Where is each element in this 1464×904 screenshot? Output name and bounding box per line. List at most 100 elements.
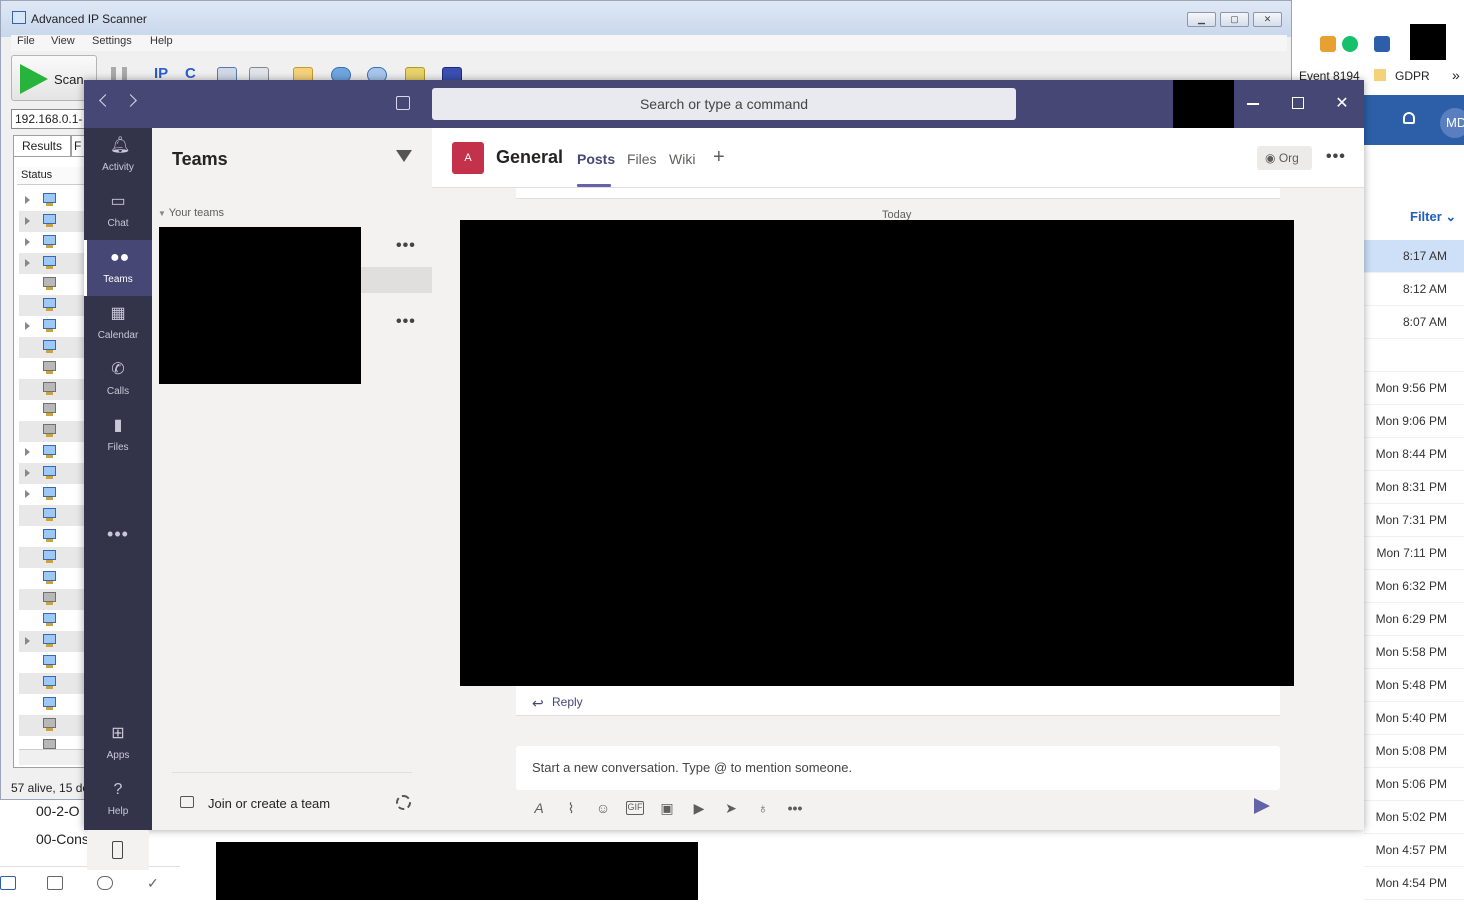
- expand-arrow-icon[interactable]: [25, 259, 30, 267]
- table-row[interactable]: [19, 694, 85, 715]
- tab-results[interactable]: Results: [13, 135, 72, 157]
- expand-arrow-icon[interactable]: [25, 217, 30, 225]
- mail-icon[interactable]: [0, 876, 16, 890]
- table-row[interactable]: [19, 274, 85, 295]
- add-tab-icon[interactable]: +: [713, 146, 725, 169]
- table-row[interactable]: [19, 190, 85, 211]
- table-row[interactable]: [19, 232, 85, 253]
- user-avatar[interactable]: MD: [1440, 108, 1464, 138]
- expand-arrow-icon[interactable]: [25, 196, 30, 204]
- mail-time[interactable]: Mon 6:29 PM: [1364, 603, 1464, 636]
- grammarly-icon[interactable]: [1342, 36, 1358, 52]
- expand-arrow-icon[interactable]: [25, 637, 30, 645]
- mail-time[interactable]: Mon 4:54 PM: [1364, 867, 1464, 900]
- rail-item-activity[interactable]: 🔔︎ Activity: [84, 128, 152, 184]
- mail-time[interactable]: Mon 7:11 PM: [1364, 537, 1464, 570]
- mail-time[interactable]: Mon 4:57 PM: [1364, 834, 1464, 867]
- reply-bar[interactable]: [516, 686, 1280, 716]
- more-apps-icon[interactable]: •••: [84, 524, 152, 545]
- gear-icon[interactable]: [396, 795, 411, 810]
- table-row[interactable]: [19, 631, 85, 652]
- mail-time[interactable]: 8:12 AM: [1364, 273, 1464, 306]
- table-row[interactable]: [19, 253, 85, 274]
- table-row[interactable]: [19, 526, 85, 547]
- menu-help[interactable]: Help: [150, 35, 173, 47]
- filter-icon[interactable]: [396, 150, 412, 162]
- shield-icon[interactable]: [1374, 36, 1390, 52]
- minimize-icon[interactable]: [1247, 103, 1259, 105]
- table-row[interactable]: [19, 421, 85, 442]
- tab-wiki[interactable]: Wiki: [669, 151, 695, 167]
- more-options-icon[interactable]: •••: [1326, 148, 1346, 166]
- table-row[interactable]: [19, 673, 85, 694]
- people-icon[interactable]: [97, 876, 113, 890]
- bookmark-gdpr[interactable]: GDPR: [1395, 69, 1430, 83]
- rail-item-calls[interactable]: ✆ Calls: [84, 352, 152, 408]
- attach-icon[interactable]: ⌇: [562, 799, 580, 817]
- team-more-options-icon[interactable]: •••: [396, 237, 416, 255]
- compose-input[interactable]: Start a new conversation. Type @ to ment…: [516, 746, 1280, 790]
- close-icon[interactable]: ✕: [1332, 94, 1352, 114]
- expand-arrow-icon[interactable]: [25, 448, 30, 456]
- table-row[interactable]: [19, 463, 85, 484]
- tasks-icon[interactable]: ✓: [147, 876, 163, 890]
- folder-item[interactable]: 00-2-O: [36, 803, 80, 819]
- table-row[interactable]: [19, 358, 85, 379]
- mail-time[interactable]: Mon 7:31 PM: [1364, 504, 1464, 537]
- emoji-icon[interactable]: ☺: [594, 799, 612, 817]
- close-button[interactable]: ✕: [1253, 12, 1282, 27]
- tab-files[interactable]: Files: [627, 151, 657, 167]
- mail-time[interactable]: 8:17 AM: [1364, 240, 1464, 273]
- meet-now-icon[interactable]: ▶: [690, 799, 708, 817]
- rail-item-teams[interactable]: ●● Teams: [84, 240, 152, 296]
- expand-arrow-icon[interactable]: [25, 322, 30, 330]
- mail-time[interactable]: Mon 5:06 PM: [1364, 768, 1464, 801]
- rail-item-calendar[interactable]: ▦ Calendar: [84, 296, 152, 352]
- restore-button[interactable]: ▢: [1220, 12, 1249, 27]
- table-row[interactable]: [19, 442, 85, 463]
- your-teams-section[interactable]: ▼ Your teams: [158, 207, 224, 219]
- rail-item-help[interactable]: ? Help: [84, 772, 152, 828]
- back-icon[interactable]: [99, 94, 112, 107]
- expand-arrow-icon[interactable]: [25, 469, 30, 477]
- table-row[interactable]: [19, 400, 85, 421]
- expand-arrow-icon[interactable]: [25, 490, 30, 498]
- table-row[interactable]: [19, 211, 85, 232]
- mail-time[interactable]: 8:07 AM: [1364, 306, 1464, 339]
- extension-icon[interactable]: [1320, 36, 1336, 52]
- mail-time[interactable]: Mon 6:32 PM: [1364, 570, 1464, 603]
- table-row[interactable]: [19, 610, 85, 631]
- mail-time[interactable]: Mon 9:56 PM: [1364, 372, 1464, 405]
- rail-item-chat[interactable]: ▭ Chat: [84, 184, 152, 240]
- mobile-app-button[interactable]: [87, 830, 149, 870]
- mail-time[interactable]: [1364, 339, 1464, 372]
- rail-item-files[interactable]: ▮ Files: [84, 408, 152, 464]
- sticker-icon[interactable]: ▣: [658, 799, 676, 817]
- table-row[interactable]: [19, 505, 85, 526]
- mail-time[interactable]: Mon 5:58 PM: [1364, 636, 1464, 669]
- stream-icon[interactable]: ➤: [722, 799, 740, 817]
- table-row[interactable]: [19, 484, 85, 505]
- table-row[interactable]: [19, 295, 85, 316]
- bookmarks-more[interactable]: »: [1452, 67, 1460, 83]
- notification-bell-icon[interactable]: [1403, 112, 1415, 124]
- mail-time[interactable]: Mon 5:08 PM: [1364, 735, 1464, 768]
- rail-item-apps[interactable]: ⊞ Apps: [84, 716, 152, 772]
- gif-icon[interactable]: GIF: [626, 801, 644, 815]
- ip-range-input[interactable]: 192.168.0.1-: [11, 109, 87, 129]
- calendar-icon[interactable]: [47, 876, 63, 890]
- mail-time[interactable]: Mon 5:02 PM: [1364, 801, 1464, 834]
- forward-icon[interactable]: [124, 94, 137, 107]
- menu-view[interactable]: View: [51, 35, 75, 47]
- column-status[interactable]: Status: [17, 167, 85, 185]
- tab-posts[interactable]: Posts: [577, 151, 615, 167]
- team-more-options-icon[interactable]: •••: [396, 313, 416, 331]
- table-row[interactable]: [19, 589, 85, 610]
- praise-icon[interactable]: ♁: [754, 799, 772, 817]
- maximize-icon[interactable]: [1292, 97, 1304, 109]
- table-row[interactable]: [19, 652, 85, 673]
- table-row[interactable]: [19, 337, 85, 358]
- table-row[interactable]: [19, 715, 85, 736]
- expand-arrow-icon[interactable]: [25, 238, 30, 246]
- join-create-team-button[interactable]: Join or create a team: [208, 796, 330, 811]
